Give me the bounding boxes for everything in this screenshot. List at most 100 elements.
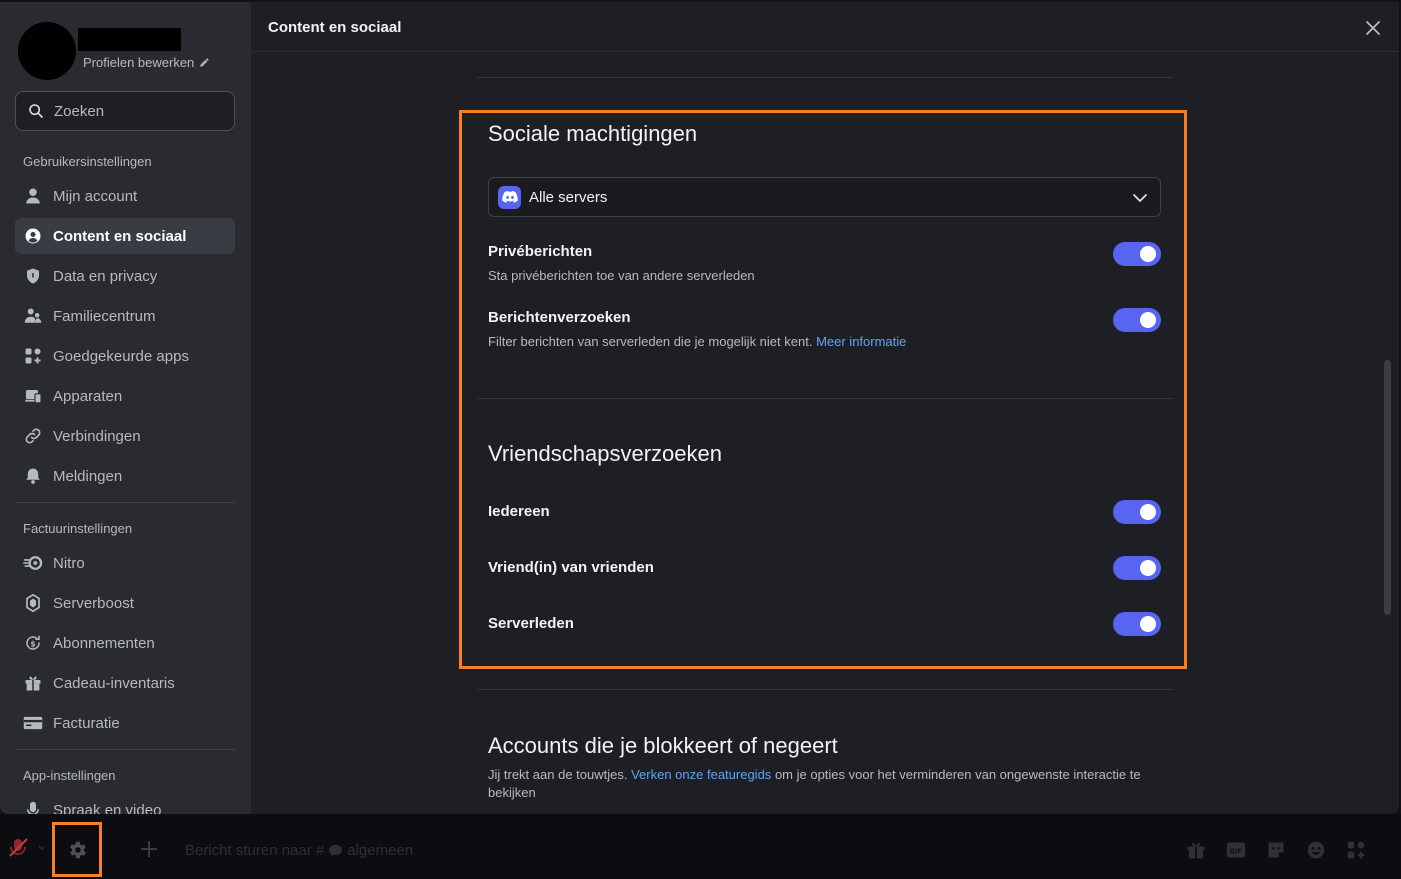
content-social-icon xyxy=(23,226,43,246)
sidebar-divider xyxy=(15,749,235,750)
search-input[interactable] xyxy=(54,102,214,120)
sidebar-item-authorized-apps[interactable]: Goedgekeurde apps xyxy=(15,338,235,374)
friends-of-friends-title: Vriend(in) van vrienden xyxy=(488,559,654,576)
sidebar-item-server-boost[interactable]: Serverboost xyxy=(15,585,235,621)
settings-content: Content en sociaal Sociale machtigingen … xyxy=(251,2,1399,814)
sidebar-item-nitro[interactable]: Nitro xyxy=(15,545,235,581)
dm-setting-title: Privéberichten xyxy=(488,243,593,260)
sidebar-item-voice-video[interactable]: Spraak en video xyxy=(15,792,235,814)
sidebar-item-label: Mijn account xyxy=(53,187,138,205)
billing-settings-header: Factuurinstellingen xyxy=(23,521,133,536)
section-divider xyxy=(477,689,1173,690)
mic-muted-icon[interactable] xyxy=(8,838,46,863)
message-input[interactable]: Bericht sturen naar # algemeen xyxy=(185,842,413,859)
subscriptions-icon: $ xyxy=(23,633,43,653)
accounts-text-before: Jij trekt aan de touwtjes. xyxy=(488,767,628,782)
close-icon xyxy=(1366,21,1380,35)
search-icon xyxy=(29,104,43,118)
bell-icon xyxy=(23,466,43,486)
sidebar-item-data-privacy[interactable]: Data en privacy xyxy=(15,258,235,294)
message-requests-text: Filter berichten van serverleden die je … xyxy=(488,334,813,349)
server-select-dropdown[interactable]: Alle servers xyxy=(488,177,1161,217)
toggle-knob xyxy=(1140,246,1156,262)
message-requests-description: Filter berichten van serverleden die je … xyxy=(488,334,906,349)
sidebar-item-label: Meldingen xyxy=(53,467,123,485)
plus-icon[interactable] xyxy=(140,840,158,863)
family-icon xyxy=(23,306,43,326)
sidebar-item-my-account[interactable]: Mijn account xyxy=(15,178,235,214)
emoji-icon[interactable] xyxy=(1306,840,1326,865)
channel-name: algemeen xyxy=(347,842,414,859)
sidebar-item-family-center[interactable]: Familiecentrum xyxy=(15,298,235,334)
everyone-toggle[interactable] xyxy=(1113,500,1161,524)
dropdown-selected-value: Alle servers xyxy=(529,188,608,206)
nitro-icon xyxy=(23,553,43,573)
person-icon xyxy=(23,186,43,206)
settings-modal: Profielen bewerken Gebruikersinstellinge… xyxy=(0,2,1399,814)
sidebar-divider xyxy=(15,502,235,503)
social-permissions-heading: Sociale machtigingen xyxy=(488,121,698,146)
devices-icon xyxy=(23,386,43,406)
message-requests-toggle[interactable] xyxy=(1113,308,1161,332)
user-settings-button[interactable] xyxy=(52,822,102,877)
sidebar-item-label: Data en privacy xyxy=(53,267,158,285)
search-box[interactable] xyxy=(15,91,235,131)
dm-toggle[interactable] xyxy=(1113,242,1161,266)
section-divider xyxy=(477,398,1173,399)
toggle-knob xyxy=(1140,560,1156,576)
sidebar-item-label: Content en sociaal xyxy=(53,227,187,245)
boost-icon xyxy=(23,593,43,613)
sticker-icon[interactable] xyxy=(1266,840,1286,865)
avatar[interactable] xyxy=(18,22,76,80)
sidebar-item-label: Cadeau-inventaris xyxy=(53,674,175,692)
sidebar-item-gift-inventory[interactable]: Cadeau-inventaris xyxy=(15,665,235,701)
gift-icon[interactable] xyxy=(1186,840,1206,865)
card-icon xyxy=(23,713,43,733)
friends-of-friends-toggle[interactable] xyxy=(1113,556,1161,580)
bottom-bar: Bericht sturen naar # algemeen GIF xyxy=(0,814,1401,879)
sidebar-item-label: Verbindingen xyxy=(53,427,141,445)
gift-icon xyxy=(23,673,43,693)
pencil-icon xyxy=(200,58,209,67)
edit-profiles-label: Profielen bewerken xyxy=(83,55,195,70)
server-members-toggle[interactable] xyxy=(1113,612,1161,636)
gif-icon[interactable]: GIF xyxy=(1226,840,1246,865)
sidebar-item-label: Serverboost xyxy=(53,594,134,612)
edit-profiles-link[interactable]: Profielen bewerken xyxy=(83,55,210,70)
gear-icon xyxy=(70,841,86,858)
sidebar-item-label: Spraak en video xyxy=(53,801,162,815)
app-settings-header: App-instellingen xyxy=(23,768,116,783)
friend-requests-heading: Vriendschapsverzoeken xyxy=(488,441,722,466)
sidebar-item-label: Familiecentrum xyxy=(53,307,156,325)
section-divider xyxy=(477,77,1173,78)
chevron-down-icon xyxy=(1133,194,1147,202)
more-info-link[interactable]: Meer informatie xyxy=(816,334,906,349)
sidebar-item-label: Facturatie xyxy=(53,714,120,732)
feature-guide-link[interactable]: Verken onze featuregids xyxy=(631,767,771,782)
sidebar-item-billing[interactable]: Facturatie xyxy=(15,705,235,741)
sidebar-item-subscriptions[interactable]: $ Abonnementen xyxy=(15,625,235,661)
sidebar-item-label: Abonnementen xyxy=(53,634,155,652)
close-button[interactable] xyxy=(1361,16,1385,40)
sidebar-item-notifications[interactable]: Meldingen xyxy=(15,458,235,494)
toggle-knob xyxy=(1140,616,1156,632)
blocked-accounts-heading: Accounts die je blokkeert of negeert xyxy=(488,733,838,758)
sidebar-item-connections[interactable]: Verbindingen xyxy=(15,418,235,454)
app-window: Profielen bewerken Gebruikersinstellinge… xyxy=(0,0,1401,879)
mic-icon xyxy=(23,800,43,814)
speech-bubble-icon xyxy=(329,844,343,857)
settings-sidebar: Profielen bewerken Gebruikersinstellinge… xyxy=(0,2,251,814)
svg-text:GIF: GIF xyxy=(1229,847,1242,855)
apps-icon xyxy=(23,346,43,366)
sidebar-item-devices[interactable]: Apparaten xyxy=(15,378,235,414)
blocked-accounts-description: Jij trekt aan de touwtjes. Verken onze f… xyxy=(488,766,1168,802)
sidebar-item-label: Nitro xyxy=(53,554,85,572)
sidebar-item-content-social[interactable]: Content en sociaal xyxy=(15,218,235,254)
scrollbar-thumb[interactable] xyxy=(1384,360,1391,615)
apps-launcher-icon[interactable] xyxy=(1346,840,1366,865)
svg-text:$: $ xyxy=(30,639,35,648)
dm-setting-description: Sta privéberichten toe van andere server… xyxy=(488,268,755,283)
content-header: Content en sociaal xyxy=(251,2,1399,52)
message-requests-title: Berichtenverzoeken xyxy=(488,309,631,326)
shield-icon xyxy=(23,266,43,286)
